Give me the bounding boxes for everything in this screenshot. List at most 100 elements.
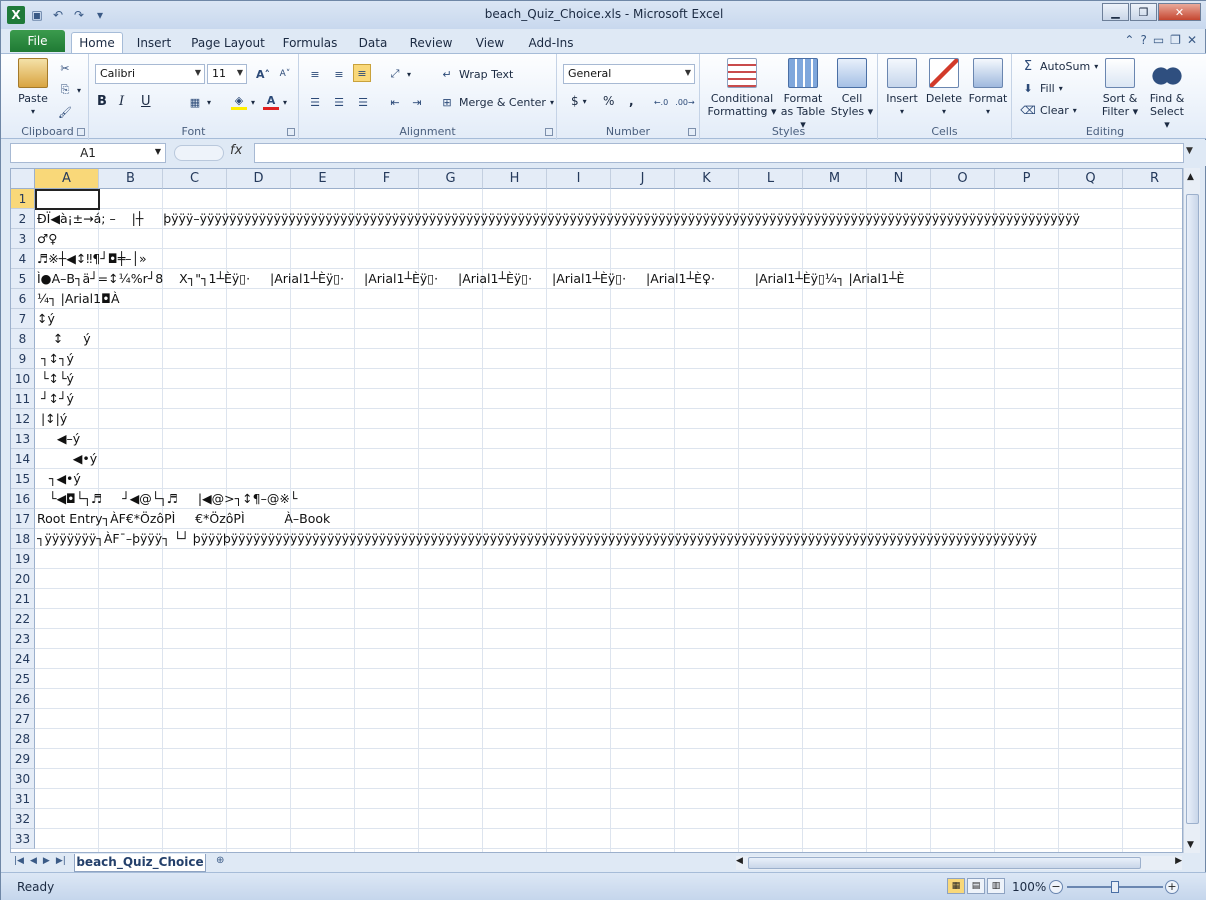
cell-a14[interactable]: ◀•ý: [37, 449, 1182, 469]
row-header-29[interactable]: 29: [11, 749, 35, 769]
column-header-r[interactable]: R: [1123, 169, 1182, 189]
formula-input[interactable]: [254, 143, 1184, 163]
row-header-12[interactable]: 12: [11, 409, 35, 429]
minimize-icon[interactable]: ▁: [1102, 3, 1129, 21]
column-header-d[interactable]: D: [227, 169, 291, 189]
insert-function-icon[interactable]: fx: [230, 143, 242, 158]
underline-button[interactable]: U: [141, 94, 151, 109]
currency-button[interactable]: $ ▾: [571, 94, 587, 108]
insert-sheet-icon[interactable]: ⊕: [216, 855, 234, 871]
column-header-g[interactable]: G: [419, 169, 483, 189]
row-header-13[interactable]: 13: [11, 429, 35, 449]
format-painter-button[interactable]: 🖌: [57, 104, 73, 120]
merge-center-button[interactable]: ⊞ Merge & Center ▾: [439, 94, 554, 110]
decrease-decimal-button[interactable]: .00→: [675, 94, 694, 110]
font-launcher-icon[interactable]: [287, 128, 295, 136]
increase-indent-button[interactable]: ⇥: [409, 94, 425, 110]
insert-cells-button[interactable]: Insert ▾: [884, 58, 920, 118]
row-header-27[interactable]: 27: [11, 709, 35, 729]
cell-a6[interactable]: ¼┐ |Arial1◘À: [37, 289, 1182, 309]
scroll-right-icon[interactable]: ▶: [1175, 856, 1182, 866]
row-header-16[interactable]: 16: [11, 489, 35, 509]
row-header-5[interactable]: 5: [11, 269, 35, 289]
column-header-n[interactable]: N: [867, 169, 931, 189]
align-left-button[interactable]: ☰: [307, 94, 323, 110]
row-header-14[interactable]: 14: [11, 449, 35, 469]
row-header-23[interactable]: 23: [11, 629, 35, 649]
workbook-minimize-icon[interactable]: ▭: [1153, 33, 1164, 47]
horizontal-scrollbar[interactable]: ◀ ▶: [736, 856, 1182, 870]
row-header-11[interactable]: 11: [11, 389, 35, 409]
tab-data[interactable]: Data: [353, 32, 393, 53]
row-header-24[interactable]: 24: [11, 649, 35, 669]
vertical-scroll-thumb[interactable]: [1186, 194, 1199, 824]
row-header-30[interactable]: 30: [11, 769, 35, 789]
tab-formulas[interactable]: Formulas: [279, 32, 341, 53]
page-break-view-icon[interactable]: ▥: [987, 878, 1005, 894]
help-icon[interactable]: ?: [1140, 33, 1146, 47]
row-header-17[interactable]: 17: [11, 509, 35, 529]
row-header-28[interactable]: 28: [11, 729, 35, 749]
cut-button[interactable]: ✂: [57, 60, 73, 76]
scroll-down-icon[interactable]: ▼: [1187, 840, 1194, 850]
align-center-button[interactable]: ☰: [331, 94, 347, 110]
cell-a17[interactable]: Root Entry┐ÀF€*ÖzôPÌ €*ÖzôPÌ À–Book: [37, 509, 1182, 529]
number-launcher-icon[interactable]: [688, 128, 696, 136]
align-right-button[interactable]: ☰: [355, 94, 371, 110]
row-header-18[interactable]: 18: [11, 529, 35, 549]
formula-expand-handle[interactable]: [174, 145, 224, 161]
row-header-9[interactable]: 9: [11, 349, 35, 369]
workbook-close-icon[interactable]: ✕: [1187, 33, 1197, 47]
format-cells-button[interactable]: Format ▾: [968, 58, 1008, 118]
prev-sheet-icon[interactable]: ◀: [30, 856, 37, 866]
scroll-up-icon[interactable]: ▲: [1187, 172, 1194, 182]
paste-button[interactable]: Paste ▾: [15, 58, 51, 118]
orientation-button[interactable]: ⤢ ▾: [387, 66, 411, 82]
grow-font-button[interactable]: A˄: [255, 66, 271, 82]
vertical-scrollbar[interactable]: ▲ ▼: [1183, 168, 1200, 853]
clear-button[interactable]: ⌫ Clear ▾: [1020, 102, 1077, 118]
tab-review[interactable]: Review: [405, 32, 457, 53]
number-format-combo[interactable]: General ▼: [563, 64, 695, 84]
row-header-31[interactable]: 31: [11, 789, 35, 809]
tab-file[interactable]: File: [10, 30, 65, 52]
cell-a12[interactable]: |↕|ý: [37, 409, 1182, 429]
page-layout-view-icon[interactable]: ▤: [967, 878, 985, 894]
zoom-out-icon[interactable]: −: [1049, 880, 1063, 894]
column-header-a[interactable]: A: [35, 169, 99, 189]
cell-styles-button[interactable]: Cell Styles ▾: [830, 58, 874, 118]
autosum-button[interactable]: Σ AutoSum ▾: [1020, 58, 1098, 74]
tab-view[interactable]: View: [469, 32, 511, 53]
minimize-ribbon-icon[interactable]: ⌃: [1124, 33, 1134, 47]
comma-button[interactable]: ,: [629, 94, 634, 108]
row-header-6[interactable]: 6: [11, 289, 35, 309]
row-header-22[interactable]: 22: [11, 609, 35, 629]
row-header-19[interactable]: 19: [11, 549, 35, 569]
last-sheet-icon[interactable]: ▶|: [56, 856, 66, 866]
sheet-tab-beach-quiz-choice[interactable]: beach_Quiz_Choice: [74, 854, 206, 872]
cell-a18[interactable]: ┐ÿÿÿÿÿÿÿ┐ÀF¯–þÿÿÿ┐ └┘ þÿÿÿþÿÿÿÿÿÿÿÿÿÿÿÿÿ…: [37, 529, 1182, 549]
column-header-f[interactable]: F: [355, 169, 419, 189]
row-header-2[interactable]: 2: [11, 209, 35, 229]
row-header-10[interactable]: 10: [11, 369, 35, 389]
first-sheet-icon[interactable]: |◀: [14, 856, 24, 866]
workbook-restore-icon[interactable]: ❐: [1170, 33, 1181, 47]
format-as-table-button[interactable]: Format as Table ▾: [780, 58, 826, 131]
row-header-26[interactable]: 26: [11, 689, 35, 709]
cell-a8[interactable]: ↕ ý: [37, 329, 1182, 349]
borders-button[interactable]: ▦ ▾: [187, 94, 211, 110]
fill-color-button[interactable]: ◈ ▾: [231, 94, 255, 110]
zoom-in-icon[interactable]: +: [1165, 880, 1179, 894]
italic-button[interactable]: I: [119, 94, 124, 109]
cell-a16[interactable]: └◀◘└┐♬ ┘◀@└┐♬ |◀@>┐↕¶–@※└: [37, 489, 1182, 509]
font-color-button[interactable]: A ▾: [263, 94, 287, 110]
font-size-combo[interactable]: 11 ▼: [207, 64, 247, 84]
zoom-thumb[interactable]: [1111, 881, 1119, 893]
row-header-32[interactable]: 32: [11, 809, 35, 829]
column-header-e[interactable]: E: [291, 169, 355, 189]
close-icon[interactable]: ✕: [1158, 3, 1201, 21]
column-header-l[interactable]: L: [739, 169, 803, 189]
tab-home[interactable]: Home: [71, 32, 123, 53]
row-header-33[interactable]: 33: [11, 829, 35, 849]
percent-button[interactable]: %: [603, 94, 614, 108]
